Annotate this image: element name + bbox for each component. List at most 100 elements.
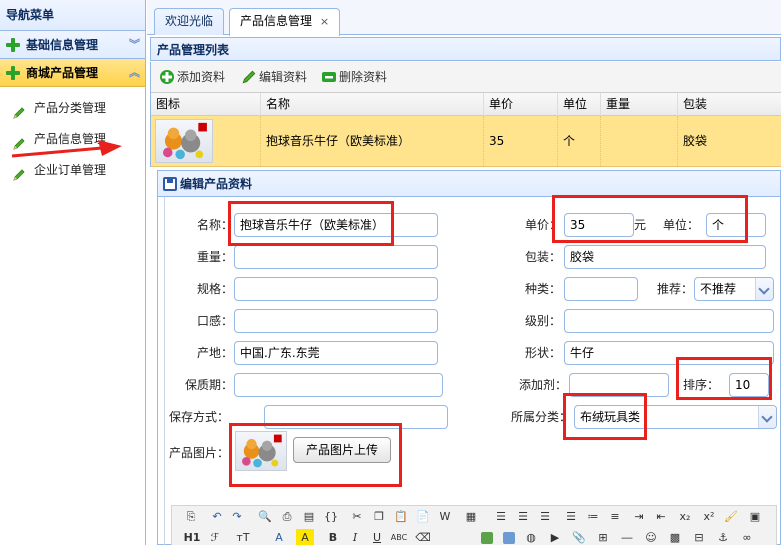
bold-icon[interactable]: B (324, 529, 342, 545)
attachment-icon[interactable]: 📎 (570, 529, 588, 545)
table-icon[interactable]: ⊞ (594, 529, 612, 545)
remove-format-icon[interactable]: ⌫ (414, 529, 432, 545)
map-icon[interactable]: ▩ (666, 529, 684, 545)
delete-button[interactable]: 删除资料 (319, 67, 387, 87)
emoticon-icon[interactable]: ☺ (642, 529, 660, 545)
tab-product-info[interactable]: 产品信息管理 × (229, 8, 341, 36)
source-icon[interactable]: ⎘ (182, 508, 200, 526)
label-weight: 重量： (196, 250, 233, 264)
spec-field[interactable] (234, 277, 438, 301)
label-grade: 级别： (524, 314, 561, 328)
underline-icon[interactable]: U (368, 529, 386, 545)
close-icon[interactable]: × (320, 9, 329, 34)
label-kind: 种类： (524, 282, 561, 296)
grade-field[interactable] (564, 309, 774, 333)
column-header-weight[interactable]: 重量 (601, 93, 678, 116)
origin-field[interactable]: 中国.广东.东莞 (234, 341, 438, 365)
tab-welcome[interactable]: 欢迎光临 (154, 8, 225, 35)
taste-field[interactable] (234, 309, 438, 333)
print-icon[interactable]: ⎙ (278, 508, 296, 526)
align-right-icon[interactable]: ☰ (536, 508, 554, 526)
upload-image-button[interactable]: 产品图片上传 (293, 437, 392, 463)
outdent-icon[interactable]: ⇤ (652, 508, 670, 526)
name-field[interactable]: 抱球音乐牛仔（欧美标准） (234, 213, 438, 237)
weight-field[interactable] (234, 245, 438, 269)
code-icon[interactable]: {} (322, 508, 340, 526)
column-header-unit[interactable]: 单位 (558, 93, 601, 116)
align-left-icon[interactable]: ☰ (492, 508, 510, 526)
label-unit: 单位： (662, 218, 699, 232)
anchor-icon[interactable]: ⚓ (714, 529, 732, 545)
label-spec: 规格： (196, 282, 233, 296)
hr-icon[interactable]: ― (618, 529, 636, 545)
kind-field[interactable] (564, 277, 638, 301)
strikethrough-icon[interactable]: ABC (388, 529, 410, 545)
package-field[interactable]: 胶袋 (564, 245, 766, 269)
pagebreak-icon[interactable]: ⊟ (690, 529, 708, 545)
chevron-up-icon[interactable]: ︽ (129, 59, 140, 87)
unordered-list-icon[interactable]: ≡ (606, 508, 624, 526)
shelf-life-field[interactable] (234, 373, 443, 397)
highlight-color-icon[interactable]: A (296, 529, 314, 545)
chevron-down-icon[interactable] (758, 406, 776, 428)
undo-icon[interactable]: ↶ (208, 508, 226, 526)
superscript-icon[interactable]: x² (700, 508, 718, 526)
flash-icon[interactable]: ◍ (522, 529, 540, 545)
label-storage: 保存方式： (169, 410, 230, 424)
clear-format-brush-icon[interactable]: 🖌 (722, 508, 740, 526)
media-icon[interactable]: ▶ (546, 529, 564, 545)
add-button[interactable]: 添加资料 (157, 67, 225, 87)
nav-section-basic-info[interactable]: 基础信息管理 ︾ (0, 31, 145, 59)
redo-icon[interactable]: ↷ (228, 508, 246, 526)
copy-icon[interactable]: ❐ (370, 508, 388, 526)
nav-item-label: 产品分类管理 (34, 101, 107, 115)
font-color-icon[interactable]: A (270, 529, 288, 545)
label-package: 包装： (524, 250, 561, 264)
ordered-list-icon[interactable]: ≔ (584, 508, 602, 526)
label-product-image: 产品图片： (169, 446, 230, 460)
table-row[interactable]: 抱球音乐牛仔（欧美标准） 35 个 胶袋 (151, 116, 781, 167)
multi-image-icon[interactable] (500, 529, 518, 545)
align-justify-icon[interactable]: ☰ (562, 508, 580, 526)
pencil-icon (12, 163, 26, 181)
paste-icon[interactable]: 📋 (392, 508, 410, 526)
column-header-icon[interactable]: 图标 (151, 93, 261, 116)
paste-word-icon[interactable]: W (436, 508, 454, 526)
link-icon[interactable]: ∞ (738, 529, 756, 545)
chevron-down-icon[interactable]: ︾ (129, 31, 140, 59)
subscript-icon[interactable]: x₂ (676, 508, 694, 526)
edit-button[interactable]: 编辑资料 (239, 67, 307, 87)
column-header-name[interactable]: 名称 (261, 93, 484, 116)
shape-field[interactable]: 牛仔 (564, 341, 774, 365)
category-select[interactable]: 布绒玩具类 (574, 405, 777, 429)
product-thumbnail (155, 119, 213, 163)
column-header-price[interactable]: 单价 (484, 93, 558, 116)
rich-text-editor-toolbar: ⎘ ↶ ↷ 🔍 ⎙ ▤ {} ✂ ❐ 📋 📄 W ▦ ☰ ☰ ☰ ☰ ≔ ≡ ⇥… (171, 505, 777, 545)
italic-icon[interactable]: I (346, 529, 364, 545)
label-additive: 添加剂： (518, 378, 567, 392)
nav-item-category-management[interactable]: 产品分类管理 (0, 93, 145, 124)
font-family-select[interactable]: ℱ (206, 529, 224, 545)
paste-text-icon[interactable]: 📄 (414, 508, 432, 526)
price-field[interactable]: 35 (564, 213, 634, 237)
heading-select[interactable]: H1 (180, 529, 204, 545)
chevron-down-icon[interactable] (755, 278, 773, 300)
template-icon[interactable]: ▤ (300, 508, 318, 526)
indent-icon[interactable]: ⇥ (630, 508, 648, 526)
recommend-select[interactable]: 不推荐 (694, 277, 774, 301)
additive-field[interactable] (569, 373, 669, 397)
storage-field[interactable] (264, 405, 448, 429)
image-icon[interactable] (478, 529, 496, 545)
cut-icon[interactable]: ✂ (348, 508, 366, 526)
minus-icon (321, 69, 337, 85)
paste-excel-icon[interactable]: ▦ (462, 508, 480, 526)
select-all-icon[interactable]: ▣ (746, 508, 764, 526)
label-recommend: 推荐： (656, 282, 693, 296)
sort-field[interactable]: 10 (729, 373, 769, 397)
column-header-package[interactable]: 包装 (678, 93, 781, 116)
preview-icon[interactable]: 🔍 (256, 508, 274, 526)
align-center-icon[interactable]: ☰ (514, 508, 532, 526)
unit-field[interactable]: 个 (706, 213, 766, 237)
font-size-select[interactable]: тT (234, 529, 252, 545)
nav-section-mall-products[interactable]: 商城产品管理 ︽ (0, 59, 145, 87)
